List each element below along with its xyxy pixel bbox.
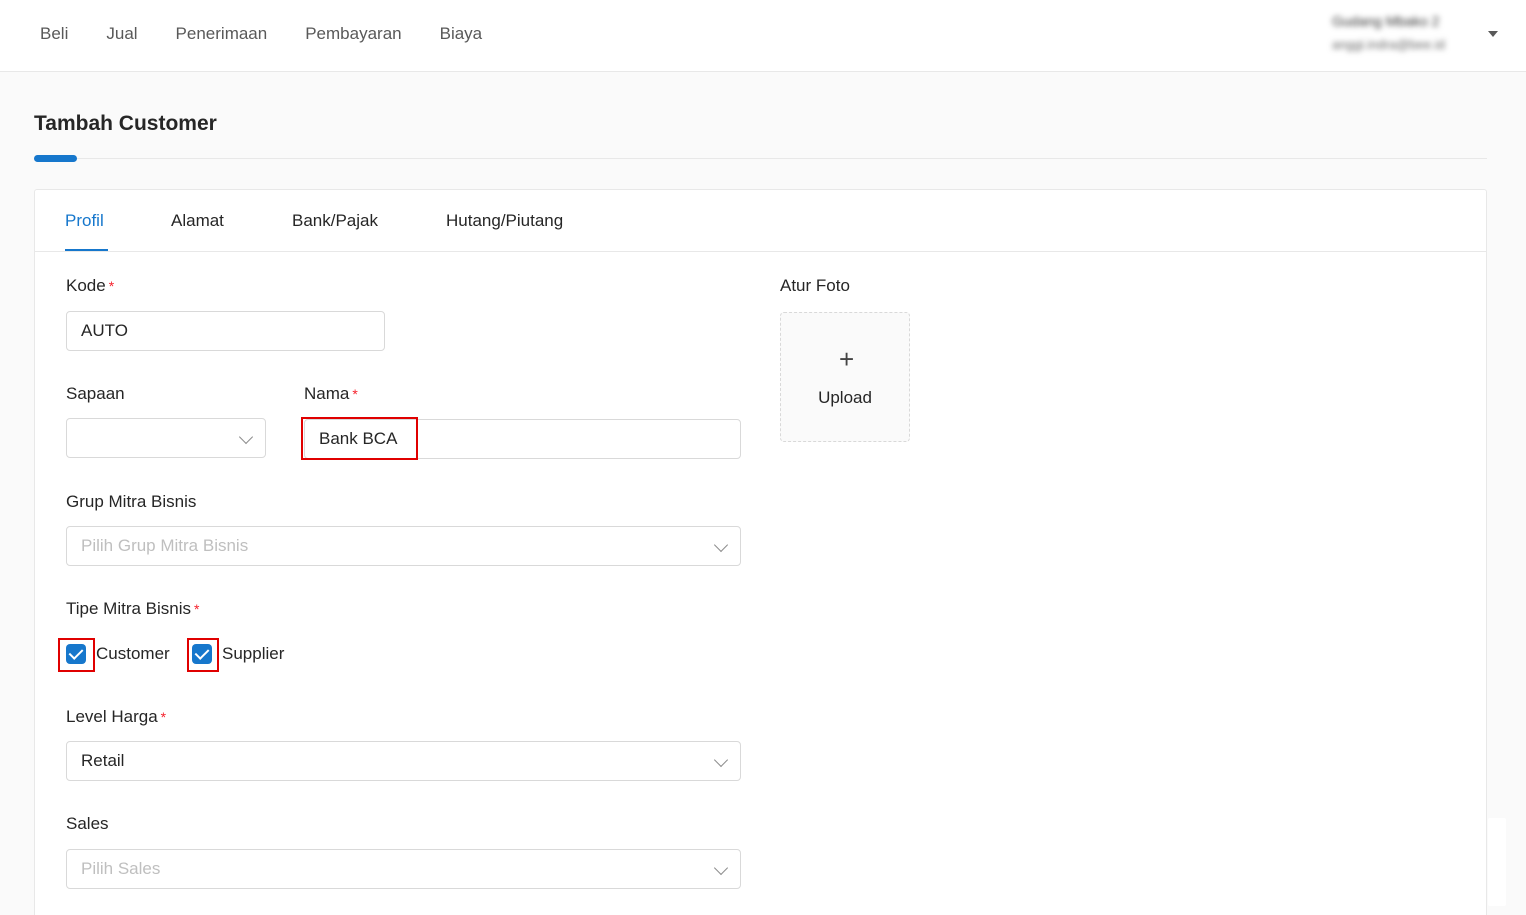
nav-item-penerimaan[interactable]: Penerimaan bbox=[176, 22, 268, 46]
required-mark: * bbox=[108, 278, 115, 294]
customer-checkbox-label[interactable]: Customer bbox=[96, 643, 170, 665]
nav-item-jual[interactable]: Jual bbox=[106, 22, 137, 46]
chevron-down-icon bbox=[713, 752, 729, 768]
tab-bar: Profil Alamat Bank/Pajak Hutang/Piutang bbox=[35, 190, 1486, 252]
form-card: Profil Alamat Bank/Pajak Hutang/Piutang … bbox=[34, 189, 1487, 915]
sapaan-label: Sapaan bbox=[66, 384, 125, 403]
sales-placeholder: Pilih Sales bbox=[81, 859, 161, 878]
highlight-box bbox=[301, 417, 418, 460]
level-harga-select[interactable]: Retail bbox=[66, 741, 741, 781]
active-tab-indicator bbox=[65, 249, 108, 251]
required-mark: * bbox=[194, 601, 200, 617]
sales-label: Sales bbox=[66, 814, 109, 833]
sales-select[interactable]: Pilih Sales bbox=[66, 849, 741, 889]
tipe-label: Tipe Mitra Bisnis * bbox=[66, 599, 200, 618]
scrollbar[interactable] bbox=[1488, 818, 1506, 906]
plus-icon: + bbox=[839, 344, 855, 374]
chevron-down-icon bbox=[713, 537, 729, 553]
chevron-down-icon bbox=[713, 860, 729, 876]
page-title: Tambah Customer bbox=[34, 112, 217, 135]
highlight-box bbox=[187, 638, 219, 672]
title-divider bbox=[34, 158, 1487, 159]
level-harga-value: Retail bbox=[81, 751, 125, 770]
nav-item-beli[interactable]: Beli bbox=[40, 22, 68, 46]
photo-label: Atur Foto bbox=[780, 276, 850, 295]
nama-label: Nama * bbox=[304, 384, 358, 403]
required-mark: * bbox=[160, 709, 167, 725]
title-accent-bar bbox=[34, 155, 77, 162]
kode-label: Kode * bbox=[66, 276, 115, 295]
kode-input[interactable]: AUTO bbox=[66, 311, 385, 351]
sapaan-select[interactable] bbox=[66, 418, 266, 458]
caret-down-icon[interactable] bbox=[1488, 31, 1498, 37]
upload-label: Upload bbox=[818, 388, 872, 407]
tab-hutang-piutang[interactable]: Hutang/Piutang bbox=[446, 210, 563, 232]
supplier-checkbox-label[interactable]: Supplier bbox=[222, 643, 284, 665]
grup-select[interactable]: Pilih Grup Mitra Bisnis bbox=[66, 526, 741, 566]
top-nav: Beli Jual Penerimaan Pembayaran Biaya bbox=[40, 22, 520, 46]
photo-upload[interactable]: + Upload bbox=[780, 312, 910, 442]
tab-alamat[interactable]: Alamat bbox=[171, 210, 224, 232]
grup-placeholder: Pilih Grup Mitra Bisnis bbox=[81, 536, 249, 555]
tab-profil[interactable]: Profil bbox=[65, 210, 104, 232]
nav-item-pembayaran[interactable]: Pembayaran bbox=[305, 22, 401, 46]
grup-label: Grup Mitra Bisnis bbox=[66, 492, 197, 511]
level-harga-label: Level Harga * bbox=[66, 707, 167, 726]
nav-item-biaya[interactable]: Biaya bbox=[440, 22, 483, 46]
user-menu[interactable]: Gudang Mbako 2 anggi.indra@bee.id bbox=[1332, 12, 1482, 54]
highlight-box bbox=[58, 638, 95, 672]
user-name: Gudang Mbako 2 bbox=[1332, 13, 1440, 29]
required-mark: * bbox=[352, 386, 358, 402]
chevron-down-icon bbox=[238, 429, 254, 445]
user-email: anggi.indra@bee.id bbox=[1332, 37, 1445, 52]
top-bar: Beli Jual Penerimaan Pembayaran Biaya Gu… bbox=[0, 0, 1526, 72]
tab-bank-pajak[interactable]: Bank/Pajak bbox=[292, 210, 378, 232]
